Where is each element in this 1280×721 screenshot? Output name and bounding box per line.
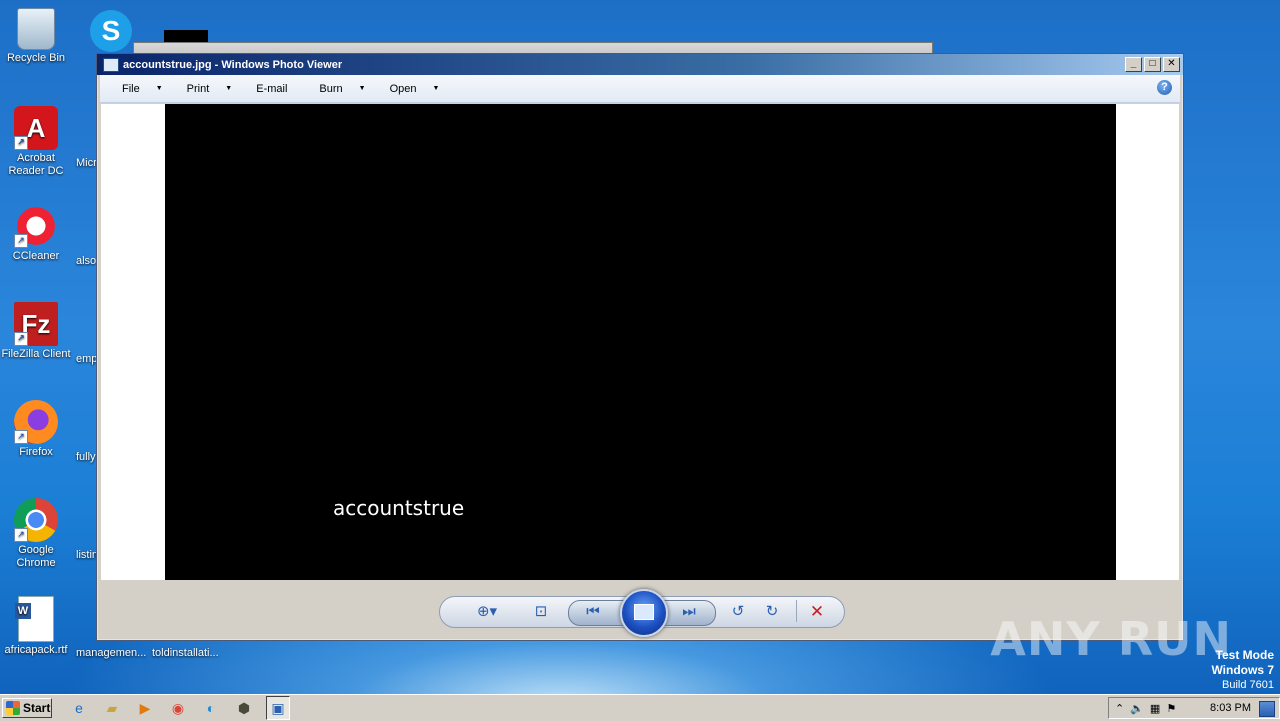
anyrun-watermark: ANY RUN [990,612,1232,666]
ccleaner-icon: ↗ [14,204,58,248]
clock[interactable]: 8:03 PM [1210,702,1251,714]
volume-icon[interactable]: 🔈 [1130,702,1144,715]
edge-icon[interactable]: ◐ [200,697,222,719]
desktop-icon-acrobat[interactable]: A ↗ Acrobat Reader DC [0,106,74,178]
menu-print[interactable]: Print ▼ [175,83,245,95]
menu-label: Open [389,82,417,95]
dropdown-arrow-icon: ▼ [225,85,233,92]
desktop-icon-label: Acrobat Reader DC [8,152,64,177]
app-shield-icon[interactable]: ⬢ [233,697,255,719]
desktop-icon-label: fully [76,451,96,463]
network-icon[interactable]: ▦ [1150,702,1160,715]
image-viewport: accountstrue [101,104,1179,580]
delete-icon[interactable]: ✕ [805,602,829,622]
action-center-flag-icon[interactable]: ⚑ [1166,702,1176,715]
photo-viewer-window: accountstrue.jpg - Windows Photo Viewer … [96,53,1184,641]
menu-label: E-mail [256,82,288,95]
file-explorer-icon[interactable]: ▰ [101,697,123,719]
taskbar: Start e ▰ ▶ ◉ ◐ ⬢ ▣ ⌃ 🔈 ▦ ⚑ 8:03 PM [0,694,1280,721]
minimize-button[interactable]: _ [1125,57,1142,72]
maximize-button[interactable]: □ [1144,57,1161,72]
next-icon[interactable]: ⏭ [677,602,701,622]
desktop-icon-chrome[interactable]: ↗ Google Chrome [0,498,74,570]
desktop-icon-label: Google Chrome [16,544,56,569]
filezilla-icon: Fz ↗ [14,302,58,346]
recycle-bin-icon [17,8,55,50]
slideshow-icon[interactable] [620,589,668,637]
previous-icon[interactable]: ⏮ [581,602,605,622]
desktop-icon-label: listin [76,549,99,561]
photo-viewer-app-icon [103,57,119,72]
menu-label: File [122,82,140,95]
chrome-icon: ↗ [14,498,58,542]
desktop-icon-label: Micr [76,157,97,169]
menu-label: Print [186,82,210,95]
firefox-icon: ↗ [14,400,58,444]
title-bar[interactable]: accountstrue.jpg - Windows Photo Viewer … [97,54,1183,75]
desktop-icon-label: CCleaner [12,250,60,262]
media-player-icon[interactable]: ▶ [134,697,156,719]
desktop-icon-filezilla[interactable]: Fz ↗ FileZilla Client [0,302,74,361]
tray-expand-icon[interactable]: ⌃ [1115,702,1124,715]
desktop-icon-ccleaner[interactable]: ↗ CCleaner [0,204,74,263]
fit-window-icon[interactable]: ⊡ [529,602,553,622]
desktop-icon-label: Recycle Bin [6,52,66,64]
test-mode-notice: Test Mode Windows 7 Build 7601 [1211,648,1274,692]
desktop-icon-label: also [76,255,97,267]
desktop-icon-firefox[interactable]: ↗ Firefox [0,400,74,459]
chrome-taskbar-icon[interactable]: ◉ [167,697,189,719]
windows-version-line: Windows 7 [1211,663,1274,677]
internet-explorer-icon[interactable]: e [68,697,90,719]
desktop-icon-label: managemen... [76,647,147,659]
menu-open[interactable]: Open ▼ [378,83,452,95]
rotate-clockwise-icon[interactable]: ↻ [760,602,784,622]
menu-email[interactable]: E-mail [244,83,299,95]
window-title: accountstrue.jpg - Windows Photo Viewer [123,58,343,71]
desktop-icon-label: FileZilla Client [1,348,71,360]
close-button[interactable]: ✕ [1163,57,1180,72]
photo-viewer-taskbar-icon[interactable]: ▣ [266,696,290,720]
skype-icon[interactable]: S [90,10,132,52]
start-button[interactable]: Start [2,698,52,718]
menu-burn[interactable]: Burn ▼ [307,83,377,95]
rotate-counterclockwise-icon[interactable]: ↺ [726,602,750,622]
zoom-icon[interactable]: ⊕▾ [471,602,503,622]
test-mode-line: Test Mode [1215,648,1274,662]
help-icon[interactable]: ? [1157,80,1172,95]
desktop-icon-recycle-bin[interactable]: Recycle Bin [0,8,74,65]
show-desktop-icon[interactable] [1259,701,1275,717]
displayed-image: accountstrue [165,104,1116,580]
menu-label: Burn [319,82,343,95]
menu-bar: File ▼ Print ▼ E-mail Burn ▼ Open ▼ ? [100,75,1180,103]
dropdown-arrow-icon: ▼ [432,85,440,92]
desktop-icon-label: africapack.rtf [4,644,68,656]
word-doc-icon: W [15,596,54,642]
dropdown-arrow-icon: ▼ [358,85,366,92]
menu-file[interactable]: File ▼ [110,83,175,95]
desktop-icon-label: toldinstallati... [152,647,219,659]
separator [796,600,797,622]
windows-flag-icon [6,701,20,715]
desktop-icon-label: emp [76,353,98,365]
image-caption: accountstrue [333,496,465,520]
slideshow-picture-icon [634,604,654,620]
build-line: Build 7601 [1222,679,1274,691]
start-label: Start [23,701,51,715]
desktop-icon-africapack[interactable]: W africapack.rtf [0,596,74,657]
desktop-icon-label: Firefox [19,446,53,458]
acrobat-icon: A ↗ [14,106,58,150]
dropdown-arrow-icon: ▼ [155,85,163,92]
system-tray: ⌃ 🔈 ▦ ⚑ 8:03 PM [1108,697,1280,719]
